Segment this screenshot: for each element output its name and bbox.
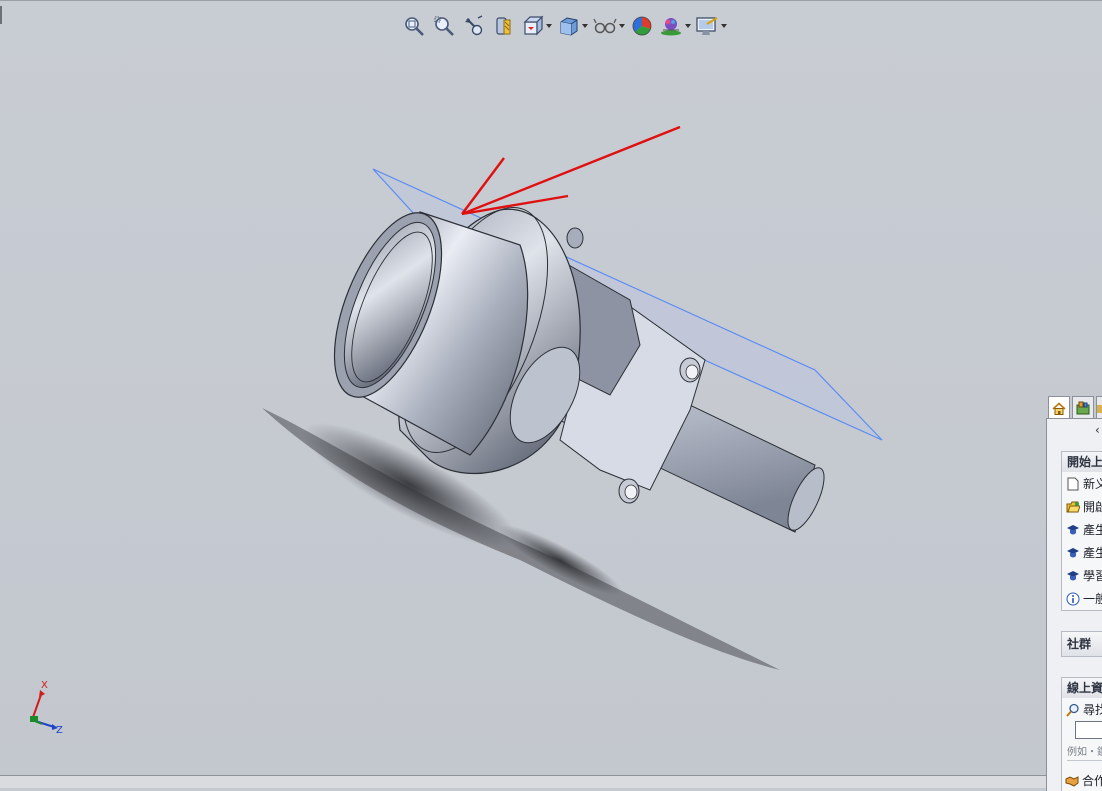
partner-label: 合作 [1082,774,1102,788]
learning-link[interactable]: 學習 [1062,564,1102,587]
design-library-icon [1076,401,1090,414]
search-label: 尋找 [1083,703,1102,717]
community-group: 社群 [1061,631,1102,657]
getting-started-group: 開始上 新义 開啟 產生 產生 [1061,451,1102,611]
task-pane: ‹ 開始上 新义 開啟 產生 產生 [1046,418,1102,791]
divider [1067,760,1102,761]
status-bar [0,775,1102,788]
annotation-arrow [461,125,681,216]
tutorial-label-2: 產生 [1083,546,1102,560]
search-row: 尋找 [1062,698,1102,721]
tutorial-link-1[interactable]: 產生 [1062,518,1102,541]
tab-file-explorer[interactable] [1096,396,1102,418]
new-document-icon [1066,477,1080,491]
triad-x-label: X [41,680,48,691]
getting-started-title[interactable]: 開始上 [1062,452,1102,472]
open-document-link[interactable]: 開啟 [1062,495,1102,518]
search-input[interactable] [1075,721,1102,739]
search-icon [1066,703,1080,717]
open-folder-icon [1066,500,1080,514]
new-document-label: 新义 [1083,477,1102,491]
handshake-icon [1065,774,1079,788]
general-info-link[interactable]: 一般 [1062,587,1102,610]
home-icon [1052,401,1066,415]
tab-solidworks-resources[interactable] [1048,396,1070,420]
model-view[interactable] [0,0,1040,775]
learning-label: 學習 [1083,569,1102,583]
task-pane-tabs [1048,396,1102,420]
general-info-label: 一般 [1083,592,1102,606]
search-hint: 例如・鑽 [1067,747,1102,758]
info-icon [1066,592,1080,606]
tab-design-library[interactable] [1072,396,1094,418]
community-title[interactable]: 社群 [1062,632,1102,656]
new-document-link[interactable]: 新义 [1062,472,1102,495]
graduation-cap-icon [1066,546,1080,560]
coordinate-triad: X Z [22,678,72,740]
tutorial-label-1: 產生 [1083,523,1102,537]
file-explorer-icon [1097,404,1102,413]
graduation-cap-icon [1066,523,1080,537]
triad-z-label: Z [56,725,63,736]
open-document-label: 開啟 [1083,500,1102,514]
tutorial-link-2[interactable]: 產生 [1062,541,1102,564]
online-resources-title[interactable]: 線上資 [1062,678,1102,698]
model-cylinder[interactable] [312,198,529,456]
task-pane-header-glyph: ‹ [1095,423,1100,437]
partner-link[interactable]: 合作 [1061,769,1102,791]
graduation-cap-icon [1066,569,1080,583]
